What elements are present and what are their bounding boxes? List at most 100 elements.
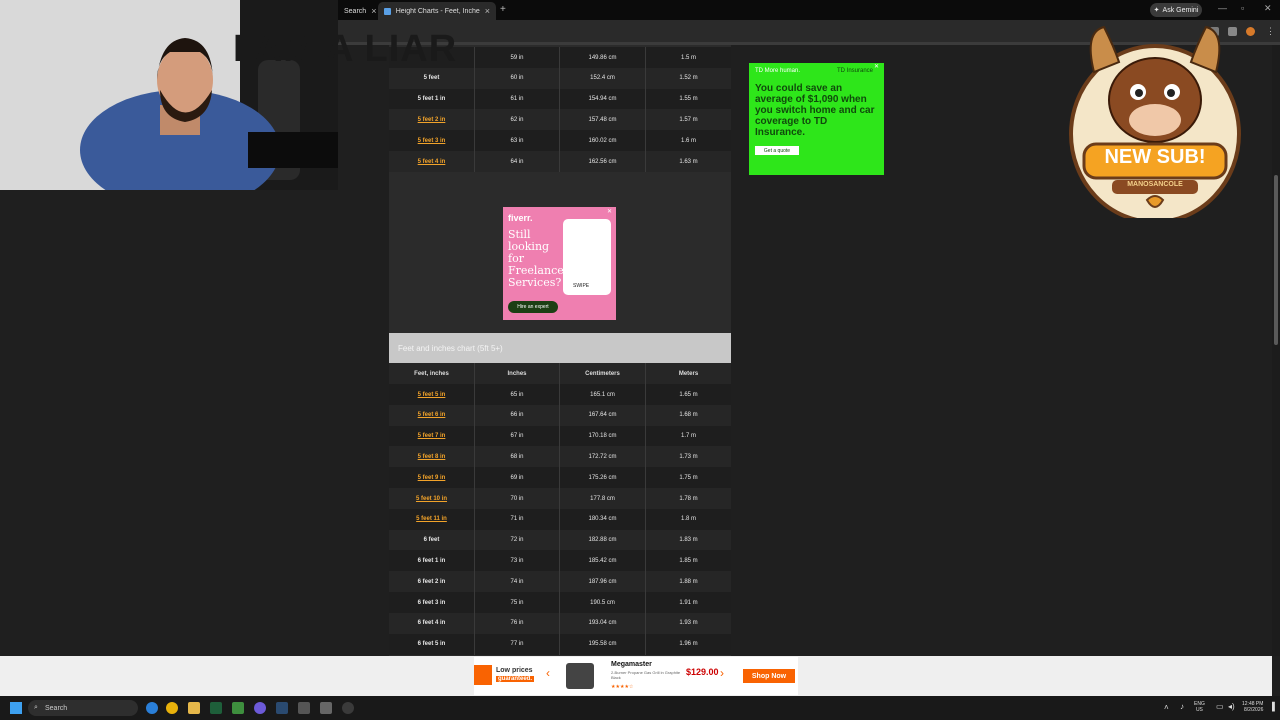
edge-icon[interactable] <box>146 702 158 714</box>
minimize-icon[interactable]: — <box>1218 3 1227 13</box>
height-feet-cell[interactable]: 5 feet 4 in <box>389 151 475 172</box>
height-inches-cell: 75 in <box>475 592 560 613</box>
height-feet-cell[interactable]: 5 feet 8 in <box>389 446 475 468</box>
moose-mascot-icon <box>1069 25 1241 224</box>
microphone-icon[interactable]: ♪ <box>1180 702 1184 711</box>
maximize-icon[interactable]: ▫ <box>1241 3 1244 13</box>
steam-icon[interactable] <box>276 702 288 714</box>
table-row: 5 feet 6 in 66 in 167.64 cm 1.68 m <box>389 404 731 426</box>
hire-expert-button[interactable]: Hire an expert <box>508 301 558 313</box>
discord-icon[interactable] <box>254 702 266 714</box>
height-feet-cell[interactable]: 5 feet 7 in <box>389 425 475 447</box>
profile-avatar-icon[interactable] <box>1246 27 1255 36</box>
table-row: 6 feet 3 in 75 in 190.5 cm 1.91 m <box>389 592 731 613</box>
get-quote-button[interactable]: Get a quote <box>755 146 799 155</box>
scrollbar[interactable] <box>1272 45 1280 656</box>
chevron-right-icon[interactable]: › <box>720 666 724 680</box>
close-window-icon[interactable]: ✕ <box>1264 3 1272 14</box>
ad-headline: Still looking for Freelance Services? <box>508 228 564 289</box>
table-row: 6 feet 5 in 77 in 195.58 cm 1.96 m <box>389 633 731 655</box>
height-feet-cell[interactable]: 5 feet 10 in <box>389 488 475 509</box>
language-indicator[interactable]: ENG US <box>1194 701 1205 713</box>
height-inches-cell: 59 in <box>475 47 560 68</box>
chrome-icon[interactable] <box>166 702 178 714</box>
table-row: 6 feet 4 in 76 in 193.04 cm 1.93 m <box>389 612 731 634</box>
table-row: 6 feet 72 in 182.88 cm 1.83 m <box>389 529 731 551</box>
height-feet-cell[interactable]: 5 feet 11 in <box>389 508 475 530</box>
height-feet-cell[interactable]: 5 feet 2 in <box>389 109 475 131</box>
tab-height-charts[interactable]: Height Charts - Feet, Inches, Ce × <box>378 2 496 20</box>
file-explorer-icon[interactable] <box>188 702 200 714</box>
height-cm-cell: 160.02 cm <box>560 130 646 152</box>
app-icon[interactable] <box>320 702 332 714</box>
ad-tagline: Low prices <box>496 667 533 674</box>
tab-search[interactable]: Search × <box>338 2 378 20</box>
height-feet-cell: 6 feet 1 in <box>389 550 475 572</box>
section-title: Feet and inches chart (5ft 5+) <box>389 333 731 363</box>
xbox-icon[interactable] <box>232 702 244 714</box>
height-m-cell: 1.78 m <box>679 495 698 502</box>
taskbar-clock[interactable]: 12:48 PM 8/2/2026 <box>1242 701 1263 713</box>
ad-close-icon[interactable]: ✕ <box>607 208 612 215</box>
height-feet-cell[interactable]: 5 feet 3 in <box>389 130 475 152</box>
td-insurance-ad[interactable]: TD More human. TD Insurance You could sa… <box>749 63 884 175</box>
height-m-cell: 1.63 m <box>679 158 698 165</box>
search-icon: ⌕ <box>34 704 38 711</box>
shop-now-button[interactable]: Shop Now <box>743 669 795 683</box>
active-app-icon[interactable] <box>298 702 310 714</box>
product-price: $129.00 <box>686 667 719 677</box>
obs-icon[interactable] <box>342 702 354 714</box>
network-icon[interactable]: ▭ <box>1216 702 1224 711</box>
volume-icon[interactable]: ◂) <box>1228 702 1235 711</box>
windows-start-icon[interactable] <box>10 702 22 714</box>
height-m-cell: 1.93 m <box>679 620 698 627</box>
fiverr-ad[interactable]: fiverr. Still looking for Freelance Serv… <box>503 207 616 320</box>
table-row: 5 feet 4 in 64 in 162.56 cm 1.63 m <box>389 151 731 172</box>
table-row: 5 feet 10 in 70 in 177.8 cm 1.78 m <box>389 488 731 509</box>
height-inches-cell: 64 in <box>475 151 560 172</box>
height-feet-cell[interactable]: 5 feet 6 in <box>389 404 475 426</box>
height-feet-cell[interactable]: 5 feet 9 in <box>389 467 475 489</box>
height-m-cell: 1.96 m <box>679 641 698 648</box>
column-header: Meters <box>678 370 699 377</box>
height-cm-cell: 177.8 cm <box>560 488 646 509</box>
height-m-cell: 1.65 m <box>679 391 698 398</box>
height-cm-cell: 193.04 cm <box>560 612 646 634</box>
height-feet-cell[interactable]: 5 feet 5 in <box>389 384 475 405</box>
close-icon[interactable]: × <box>371 6 376 16</box>
ad-close-icon[interactable]: ✕ <box>874 63 879 70</box>
app-icon[interactable] <box>210 702 222 714</box>
height-cm-cell: 185.42 cm <box>560 550 646 572</box>
height-m-cell: 1.73 m <box>679 453 698 460</box>
notification-icon[interactable]: ▌ <box>1272 702 1278 711</box>
height-inches-cell: 69 in <box>475 467 560 489</box>
height-inches-cell: 66 in <box>475 404 560 426</box>
height-cm-cell: 195.58 cm <box>560 633 646 655</box>
taskbar-search[interactable]: ⌕ Search <box>28 700 138 716</box>
height-inches-cell: 67 in <box>475 425 560 447</box>
height-m-cell: 1.68 m <box>679 412 698 419</box>
table-row: 5 feet 1 in 61 in 154.94 cm 1.55 m <box>389 88 731 110</box>
table-row: 5 feet 8 in 68 in 172.72 cm 1.73 m <box>389 446 731 468</box>
ask-gemini-label: Ask Gemini <box>1162 6 1199 14</box>
chevron-up-icon[interactable]: ˄ <box>1164 703 1169 712</box>
ask-gemini-button[interactable]: ✦ Ask Gemini <box>1150 3 1202 17</box>
height-cm-cell: 167.64 cm <box>560 404 646 426</box>
grill-image <box>566 663 594 689</box>
table-header-row: Feet, inches Inches Centimeters Meters <box>389 363 731 384</box>
subscriber-name: MANOSANCOLE <box>1127 181 1183 188</box>
height-cm-cell: 152.4 cm <box>560 67 646 89</box>
chevron-left-icon[interactable]: ‹ <box>546 666 550 680</box>
height-m-cell: 1.83 m <box>679 537 698 544</box>
height-inches-cell: 61 in <box>475 88 560 110</box>
table-row: 5 feet 7 in 67 in 170.18 cm 1.7 m <box>389 425 731 447</box>
menu-icon[interactable]: ⋮ <box>1266 26 1275 37</box>
home-depot-ad[interactable]: Low prices guaranteed. ‹ Megamaster 2-Bu… <box>474 657 798 695</box>
close-icon[interactable]: × <box>485 6 490 16</box>
scrollbar-thumb[interactable] <box>1274 175 1278 345</box>
new-tab-button[interactable]: + <box>500 4 506 15</box>
height-cm-cell: 170.18 cm <box>560 425 646 447</box>
height-inches-cell: 76 in <box>475 612 560 634</box>
column-header: Inches <box>475 363 560 384</box>
height-cm-cell: 172.72 cm <box>560 446 646 468</box>
